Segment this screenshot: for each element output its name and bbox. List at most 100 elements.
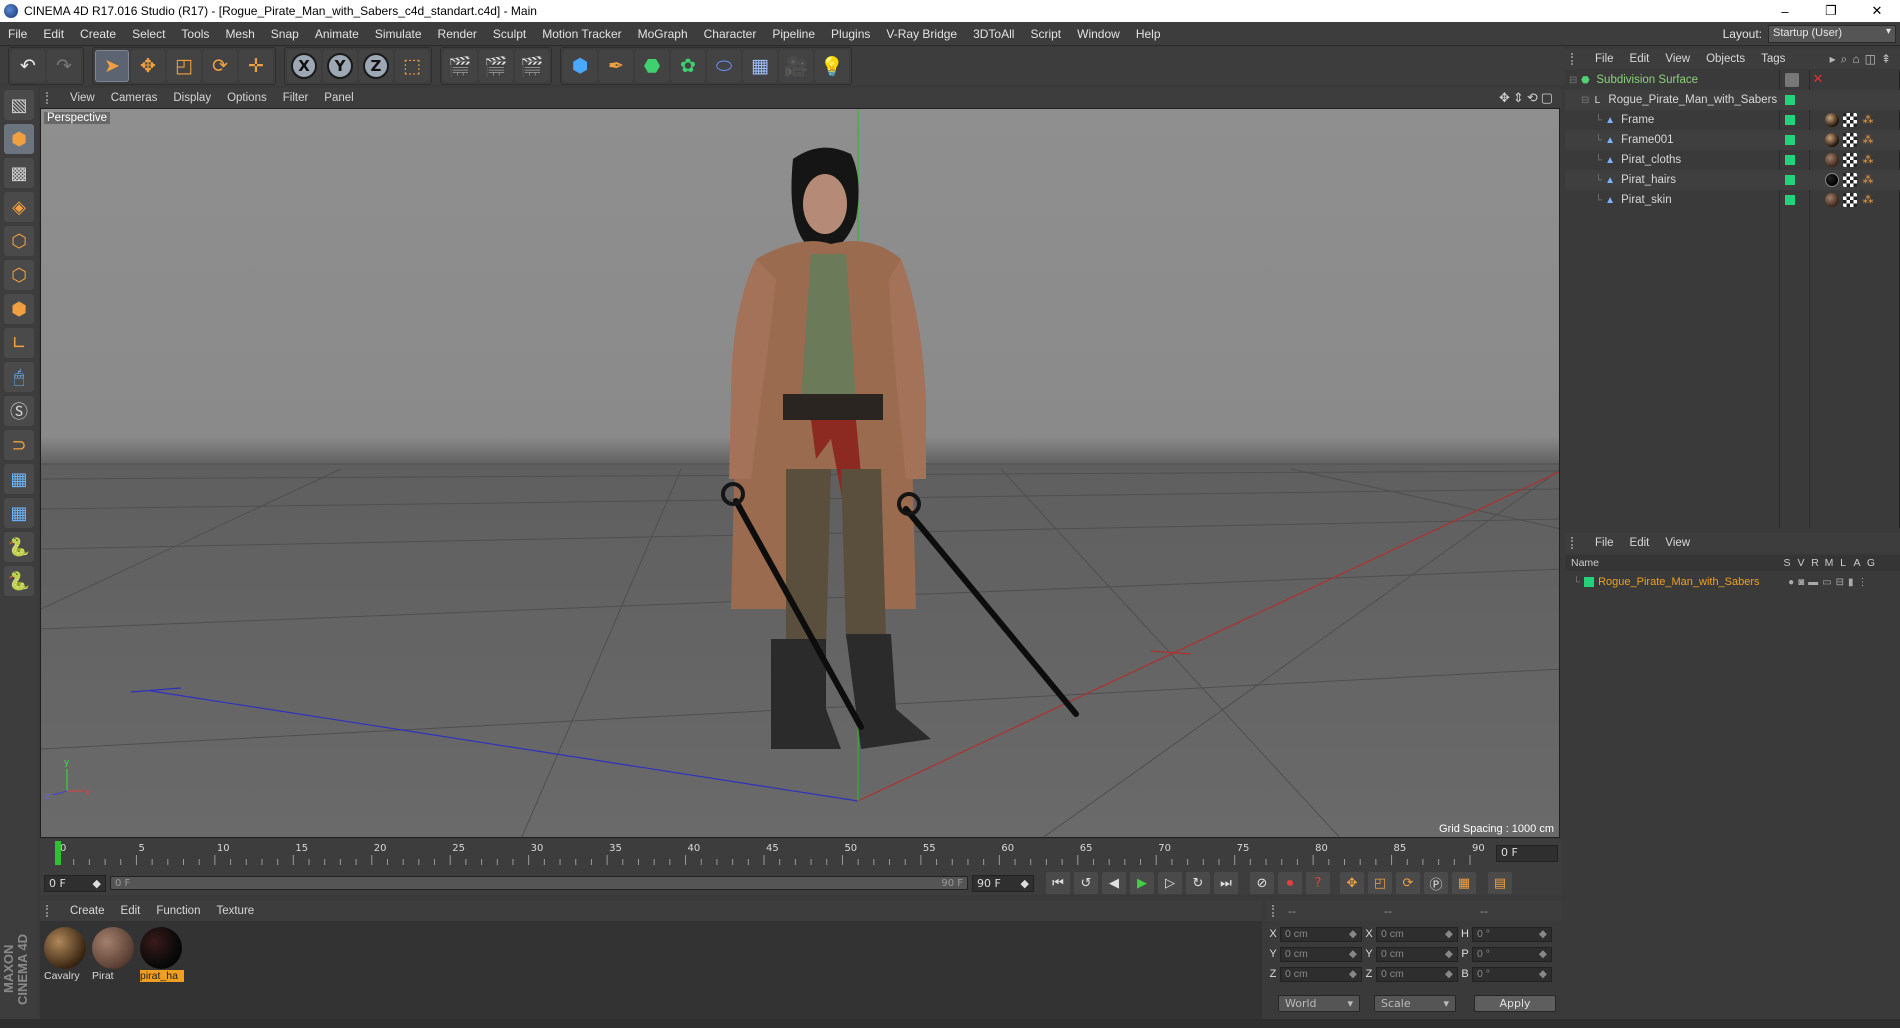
disable-x-icon[interactable]: ✕ — [1811, 73, 1825, 87]
material-swatch-selected[interactable]: pirat_ha — [140, 927, 184, 982]
menu-vray-bridge[interactable]: V-Ray Bridge — [878, 27, 965, 41]
x-axis-lock-button[interactable]: X — [287, 50, 321, 82]
coordinate-system-icon[interactable]: ⬚ — [395, 50, 429, 82]
column-generators[interactable]: G — [1864, 557, 1878, 569]
object-manager-tool-icons[interactable]: ▸⌕⌂◫⇞ — [1830, 52, 1900, 67]
autokeying-icon[interactable]: ⏺ — [1278, 872, 1302, 894]
material-swatch[interactable]: Pirat — [92, 927, 136, 982]
python-script-icon-1[interactable]: 🐍 — [4, 532, 34, 562]
selection-tag-icon[interactable]: ⁂ — [1861, 113, 1875, 127]
position-z-field[interactable]: 0 cm ◆ — [1280, 966, 1362, 982]
panel-grip[interactable] — [46, 92, 54, 104]
move-tool-icon[interactable]: ✥ — [131, 50, 165, 82]
visibility-indicator[interactable] — [1785, 155, 1795, 165]
make-editable-icon[interactable]: ▧ — [4, 90, 34, 120]
snap-icon[interactable]: Ⓢ — [4, 396, 34, 426]
visibility-indicator[interactable] — [1785, 95, 1795, 105]
restore-button[interactable]: ❐ — [1808, 3, 1854, 19]
menu-simulate[interactable]: Simulate — [367, 27, 430, 41]
undo-icon[interactable]: ↶ — [11, 50, 45, 82]
z-axis-lock-button[interactable]: Z — [359, 50, 393, 82]
edges-mode-icon[interactable]: ⬡ — [4, 260, 34, 290]
size-y-field[interactable]: 0 cm ◆ — [1376, 946, 1458, 962]
layout-select[interactable]: Startup (User) — [1768, 24, 1896, 43]
python-script-icon-2[interactable]: 🐍 — [4, 566, 34, 596]
menu-plugins[interactable]: Plugins — [823, 27, 878, 41]
viewport-menu-cameras[interactable]: Cameras — [103, 92, 166, 104]
material-tag-icon[interactable] — [1825, 113, 1839, 127]
preview-range-slider[interactable]: 0 F 90 F — [110, 876, 968, 890]
render-view-icon[interactable]: 🎬 — [443, 50, 477, 82]
menu-character[interactable]: Character — [696, 27, 765, 41]
render-settings-icon[interactable]: 🎬 — [515, 50, 549, 82]
play-forward-icon[interactable]: ▶ — [1130, 872, 1154, 894]
scale-mode-dropdown[interactable]: Scale ▾ — [1374, 995, 1456, 1012]
timeline-window-icon[interactable]: ▤ — [1488, 872, 1512, 894]
objects-menu-tags[interactable]: Tags — [1753, 53, 1793, 65]
column-view[interactable]: V — [1794, 557, 1808, 569]
column-solo[interactable]: S — [1780, 557, 1794, 569]
menu-motion-tracker[interactable]: Motion Tracker — [534, 27, 629, 41]
position-key-icon[interactable]: ✥ — [1340, 872, 1364, 894]
coordinate-system-dropdown[interactable]: World ▾ — [1278, 995, 1360, 1012]
size-x-field[interactable]: 0 cm ◆ — [1376, 926, 1458, 942]
layer-menu-edit[interactable]: Edit — [1622, 537, 1658, 549]
objects-menu-file[interactable]: File — [1587, 53, 1622, 65]
material-tag-icon[interactable] — [1825, 193, 1839, 207]
menu-mesh[interactable]: Mesh — [217, 27, 262, 41]
layer-menu-view[interactable]: View — [1657, 537, 1698, 549]
menu-snap[interactable]: Snap — [263, 27, 307, 41]
floor-scene-icon[interactable]: ▦ — [743, 50, 777, 82]
layer-flag-icons[interactable]: ●◙▬▭⊟▮⋮ — [1788, 577, 1871, 588]
uvw-tag-icon[interactable] — [1843, 133, 1857, 147]
transform-tool-icon[interactable]: ✛ — [239, 50, 273, 82]
model-mode-icon[interactable]: ⬢ — [4, 124, 34, 154]
viewport-menu-view[interactable]: View — [62, 92, 103, 104]
uvw-tag-icon[interactable] — [1843, 193, 1857, 207]
material-tag-icon[interactable] — [1825, 133, 1839, 147]
point-level-animation-icon[interactable]: ▦ — [1452, 872, 1476, 894]
column-render[interactable]: R — [1808, 557, 1822, 569]
collapse-toggle-icon[interactable]: ⊟ — [1581, 95, 1589, 106]
apply-button[interactable]: Apply — [1474, 995, 1556, 1012]
workplane-mode-icon[interactable]: ◈ — [4, 192, 34, 222]
material-tag-icon[interactable] — [1825, 173, 1839, 187]
material-swatch[interactable]: Cavalry — [44, 927, 88, 982]
selection-tag-icon[interactable]: ⁂ — [1861, 193, 1875, 207]
panel-grip[interactable] — [46, 905, 54, 917]
object-row-subdivision-surface[interactable]: ⊟ ⬣ Subdivision Surface — [1565, 70, 1900, 90]
rotation-b-field[interactable]: 0 ° ◆ — [1472, 966, 1552, 982]
y-axis-lock-button[interactable]: Y — [323, 50, 357, 82]
visibility-indicator[interactable] — [1785, 195, 1795, 205]
current-frame-field[interactable]: 0 F — [1496, 845, 1558, 862]
render-picture-viewer-icon[interactable]: 🎬 — [479, 50, 513, 82]
material-tag-icon[interactable] — [1825, 153, 1839, 167]
objects-menu-objects[interactable]: Objects — [1698, 53, 1753, 65]
rotation-key-icon[interactable]: ⟳ — [1396, 872, 1420, 894]
material-menu-function[interactable]: Function — [148, 905, 208, 917]
spline-pen-icon[interactable]: ✒ — [599, 50, 633, 82]
parameter-key-icon[interactable]: Ⓟ — [1424, 872, 1448, 894]
visibility-indicator[interactable] — [1785, 115, 1795, 125]
objects-menu-edit[interactable]: Edit — [1622, 53, 1658, 65]
column-name[interactable]: Name — [1565, 557, 1780, 569]
deformer-icon[interactable]: ⬭ — [707, 50, 741, 82]
edit-enable-icon[interactable] — [1785, 73, 1799, 87]
visibility-indicator[interactable] — [1785, 175, 1795, 185]
rotate-tool-icon[interactable]: ⟳ — [203, 50, 237, 82]
object-row-null-group[interactable]: ⊟ L Rogue_Pirate_Man_with_Sabers — [1565, 90, 1900, 110]
previous-frame-icon[interactable]: ◀ — [1102, 872, 1126, 894]
magnet-icon[interactable]: ⊃ — [4, 430, 34, 460]
selection-tag-icon[interactable]: ⁂ — [1861, 173, 1875, 187]
panel-grip[interactable] — [1272, 905, 1280, 917]
material-menu-texture[interactable]: Texture — [208, 905, 262, 917]
tweak-mode-icon[interactable]: 🖱 — [4, 362, 34, 392]
next-frame-icon[interactable]: ▷ — [1158, 872, 1182, 894]
cube-primitive-icon[interactable]: ⬢ — [563, 50, 597, 82]
subdivision-generator-icon[interactable]: ⬣ — [635, 50, 669, 82]
keyframe-selection-icon[interactable]: ? — [1306, 872, 1330, 894]
position-x-field[interactable]: 0 cm ◆ — [1280, 926, 1362, 942]
start-frame-field[interactable]: 0 F ◆ — [44, 874, 106, 892]
objects-menu-view[interactable]: View — [1657, 53, 1698, 65]
menu-help[interactable]: Help — [1128, 27, 1169, 41]
